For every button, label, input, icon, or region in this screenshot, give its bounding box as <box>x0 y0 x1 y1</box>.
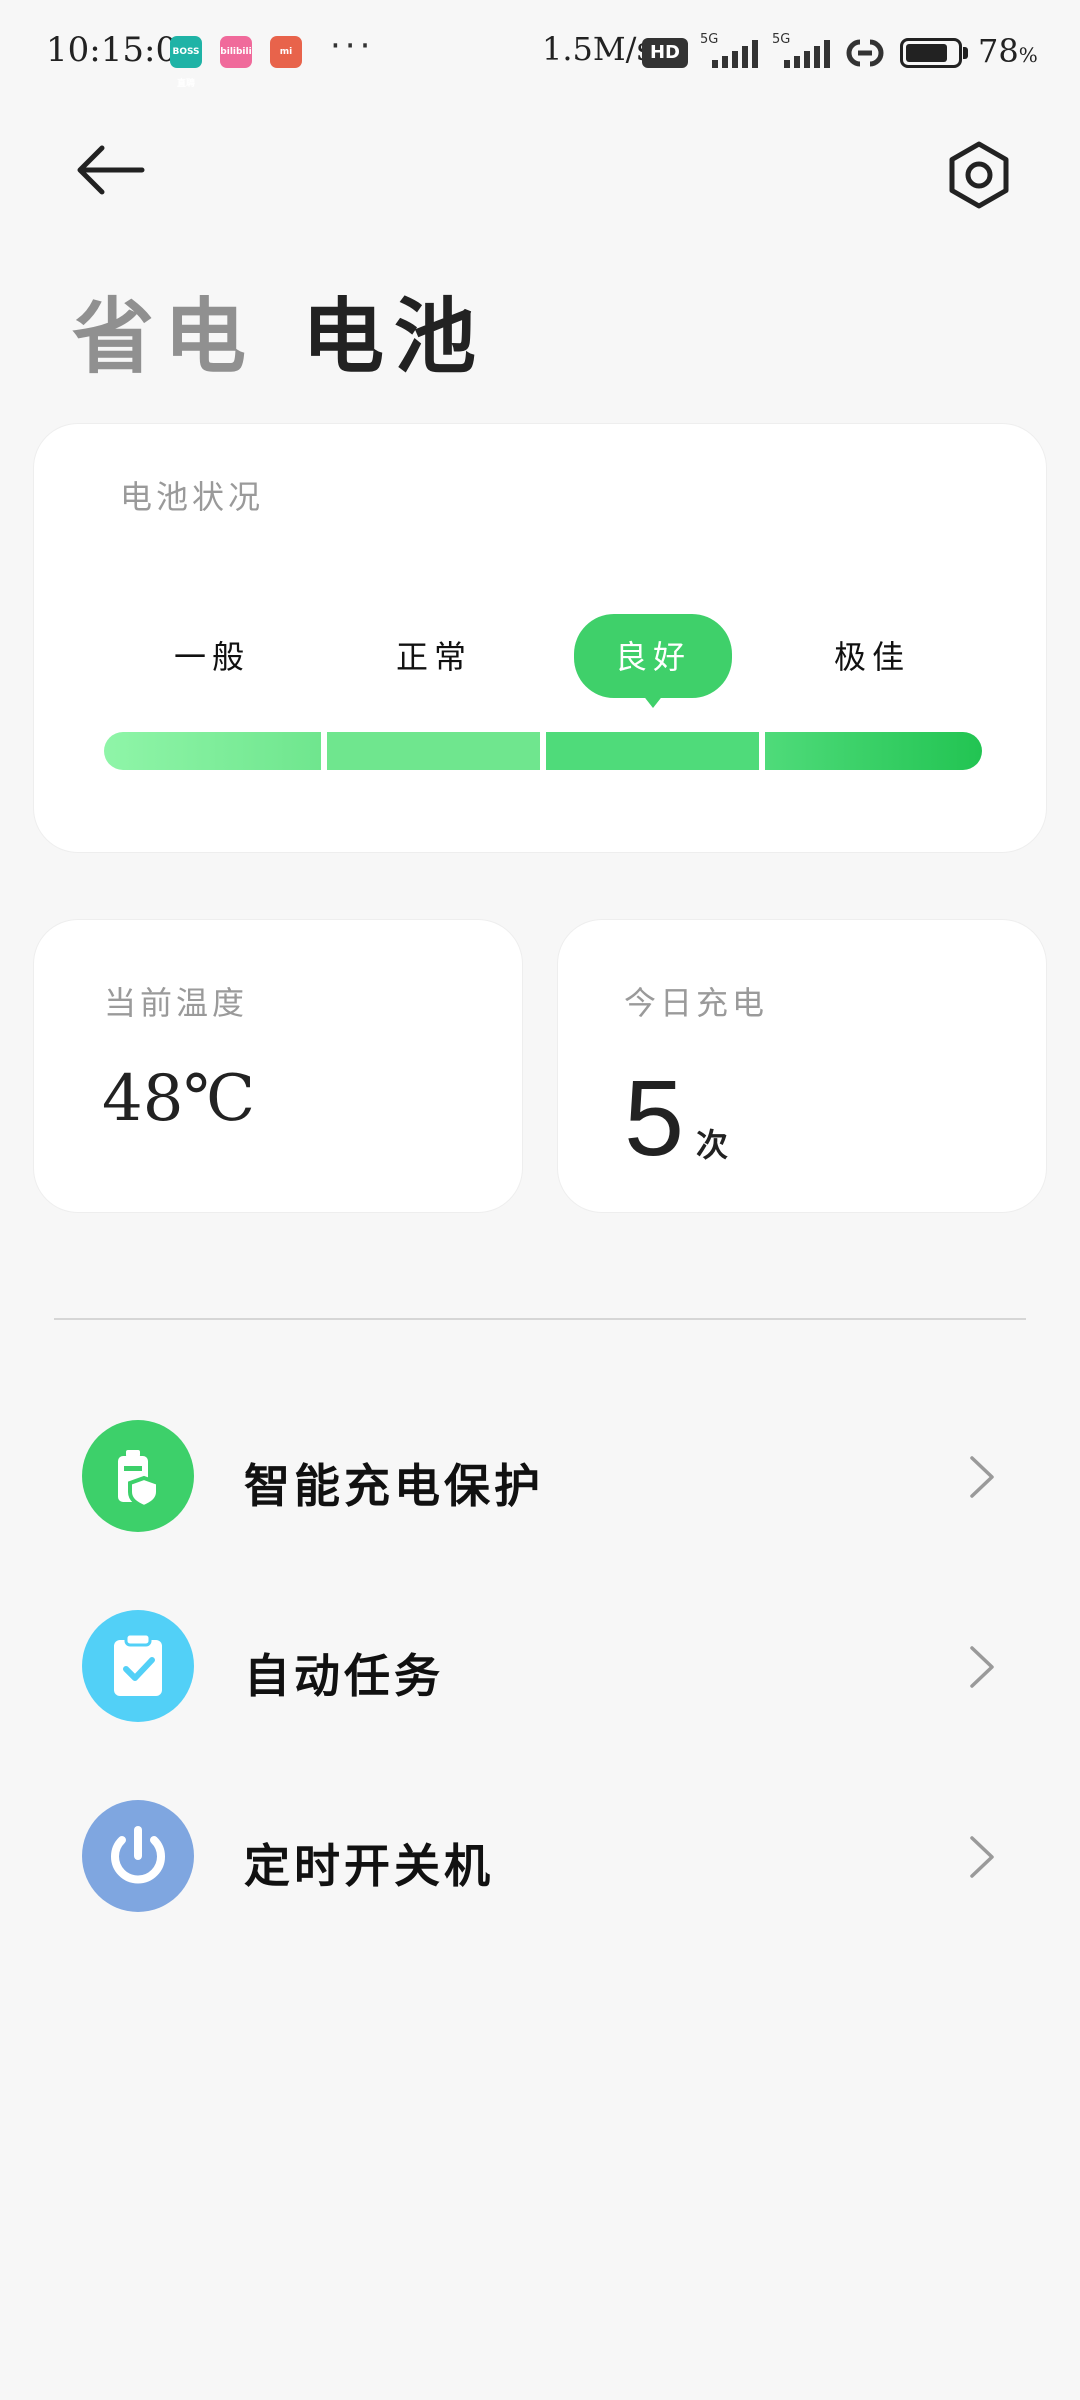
more-notifications-icon: ··· <box>330 26 375 66</box>
back-button[interactable] <box>70 140 150 200</box>
tab-power-saving[interactable]: 省电 <box>72 270 256 389</box>
level-bar-segment-1 <box>104 732 321 770</box>
arrow-left-icon <box>77 145 145 195</box>
selected-level-pointer <box>642 694 664 708</box>
level-excellent: 极佳 <box>833 638 910 676</box>
tab-battery[interactable]: 电池 <box>302 270 486 389</box>
level-normal: 正常 <box>395 638 472 676</box>
menu-item-scheduled-power[interactable]: 定时开关机 <box>0 1782 1080 1932</box>
boss-zhipin-label: BOSS 直聘 <box>172 47 200 89</box>
mi-label: mi <box>279 47 293 57</box>
signal-2-icon: 5G <box>772 32 838 72</box>
signal-2-label: 5G <box>772 32 791 47</box>
hotspot-link-icon <box>846 39 884 67</box>
menu-item-smart-charging-protection[interactable]: 智能充电保护 <box>0 1402 1080 1552</box>
section-divider <box>54 1318 1026 1320</box>
chevron-right-icon <box>970 1646 994 1688</box>
boss-zhipin-app-icon: BOSS 直聘 <box>170 36 202 89</box>
chevron-right-icon <box>970 1836 994 1878</box>
charging-count-value: 5 <box>624 1057 685 1178</box>
bilibili-label: bilibili <box>220 47 252 57</box>
signal-1-label: 5G <box>700 32 719 47</box>
menu-label-scheduled-power: 定时开关机 <box>244 1839 494 1893</box>
level-general: 一般 <box>173 638 250 676</box>
hd-voice-icon: HD <box>642 38 688 68</box>
battery-percent: 78% <box>978 32 1038 70</box>
temperature-value: 48℃ <box>102 1062 256 1136</box>
power-icon <box>82 1800 194 1912</box>
menu-item-auto-tasks[interactable]: 自动任务 <box>0 1592 1080 1742</box>
level-bar-segment-4 <box>765 732 982 770</box>
bilibili-app-icon: bilibili <box>220 36 252 68</box>
battery-percent-value: 78 <box>978 32 1019 70</box>
level-good: 良好 <box>614 638 691 676</box>
temperature-label: 当前温度 <box>104 984 249 1022</box>
level-bar-segment-2 <box>327 732 540 770</box>
status-bar: 10:15:05 BOSS 直聘 bilibili mi ··· 1.5M/s … <box>0 0 1080 110</box>
settings-button[interactable] <box>942 138 1016 212</box>
battery-fill <box>906 44 947 62</box>
signal-1-icon: 5G <box>700 32 766 72</box>
battery-icon <box>900 38 962 68</box>
chevron-right-icon <box>970 1456 994 1498</box>
battery-tip <box>963 47 968 59</box>
charging-count-unit: 次 <box>696 1126 729 1164</box>
menu-label-smart-charging-protection: 智能充电保护 <box>244 1459 544 1513</box>
mi-app-icon: mi <box>270 36 302 68</box>
level-bar-segment-3 <box>546 732 759 770</box>
menu-label-auto-tasks: 自动任务 <box>244 1649 444 1703</box>
battery-percent-unit: % <box>1018 43 1038 67</box>
charging-count-label: 今日充电 <box>624 984 769 1022</box>
battery-shield-icon <box>82 1420 194 1532</box>
battery-status-label: 电池状况 <box>120 478 265 516</box>
net-speed: 1.5M/s <box>542 30 653 68</box>
gear-icon <box>949 141 1009 209</box>
clipboard-check-icon <box>82 1610 194 1722</box>
